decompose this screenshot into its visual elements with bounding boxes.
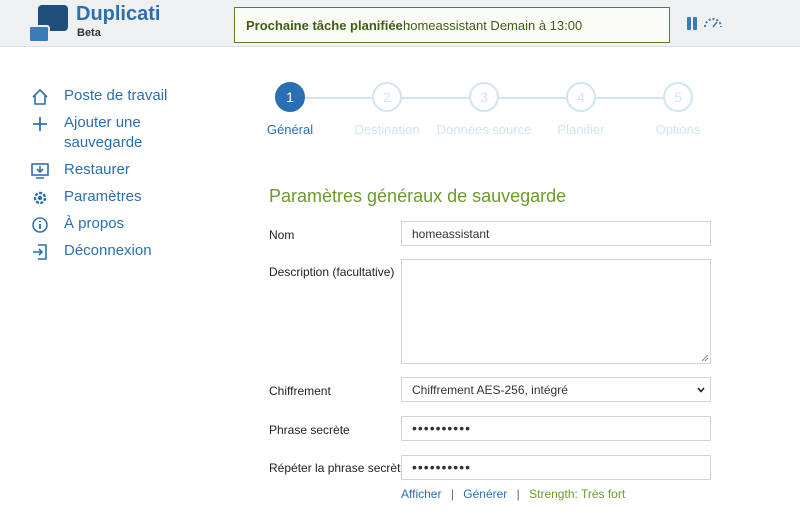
schedule-value[interactable]: homeassistant Demain à 13:00 — [403, 18, 582, 33]
passphrase-label: Phrase secrète — [269, 423, 350, 437]
top-bar: Duplicati Beta Prochaine tâche planifiée… — [0, 0, 800, 47]
logo-front-shape — [28, 25, 50, 43]
throttle-icon[interactable] — [704, 18, 722, 28]
generate-passphrase-link[interactable]: Générer — [463, 487, 507, 501]
step-number: 4 — [566, 82, 596, 112]
logout-icon — [33, 244, 47, 260]
show-passphrase-link[interactable]: Afficher — [401, 487, 441, 501]
resize-handle-icon[interactable] — [701, 354, 709, 362]
encryption-selected-value: Chiffrement AES-256, intégré — [412, 383, 568, 397]
app-name[interactable]: Duplicati — [76, 3, 160, 26]
step-general[interactable]: 1 Général — [240, 82, 340, 137]
info-icon — [32, 217, 48, 233]
step-number: 1 — [275, 82, 305, 112]
passphrase-input[interactable]: •••••••••• — [401, 416, 711, 441]
sidebar-item-settings[interactable]: Paramètres — [30, 187, 230, 207]
step-label: Général — [266, 122, 314, 137]
sidebar-item-add-backup[interactable]: Ajouter une sauvegarde — [30, 113, 230, 153]
gear-icon — [33, 191, 47, 205]
sidebar-item-home[interactable]: Poste de travail — [30, 86, 230, 106]
sidebar-item-label: Déconnexion — [64, 242, 152, 259]
chevron-down-icon — [697, 387, 705, 393]
step-source-data[interactable]: 3 Données source — [434, 82, 534, 137]
sidebar-item-about[interactable]: À propos — [30, 214, 230, 234]
step-label: Options — [655, 122, 701, 137]
step-label: Planifier — [557, 122, 605, 137]
name-input[interactable]: homeassistant — [401, 221, 711, 246]
sidebar-item-label: Ajouter une sauvegarde — [64, 114, 143, 151]
step-number: 5 — [663, 82, 693, 112]
sidebar-item-label: Restaurer — [64, 161, 130, 178]
sidebar-item-restore[interactable]: Restaurer — [30, 160, 230, 180]
sidebar-item-label: Poste de travail — [64, 87, 168, 104]
step-number: 3 — [469, 82, 499, 112]
next-scheduled-task: Prochaine tâche planifiée : homeassistan… — [234, 7, 670, 43]
schedule-label: Prochaine tâche planifiée : — [246, 18, 411, 33]
app-edition: Beta — [77, 27, 101, 39]
wizard-stepper: 1 Général 2 Destination 3 Données source… — [260, 82, 720, 142]
step-label: Destination — [354, 122, 420, 137]
step-label: Données source — [436, 122, 532, 137]
description-label: Description (facultative) — [269, 265, 395, 279]
separator: | — [450, 487, 454, 501]
step-number: 2 — [372, 82, 402, 112]
step-options[interactable]: 5 Options — [628, 82, 728, 137]
name-label: Nom — [269, 228, 295, 242]
home-icon — [32, 88, 48, 105]
repeat-passphrase-label: Répéter la phrase secrète — [269, 461, 408, 475]
sidebar-item-label: Paramètres — [64, 188, 142, 205]
section-title: Paramètres généraux de sauvegarde — [269, 186, 567, 206]
description-textarea[interactable] — [401, 259, 711, 364]
step-destination[interactable]: 2 Destination — [337, 82, 437, 137]
repeat-passphrase-input[interactable]: •••••••••• — [401, 455, 711, 480]
passphrase-actions: Afficher | Générer | Strength: Très fort — [401, 487, 625, 501]
encryption-label: Chiffrement — [269, 384, 331, 398]
sidebar-item-logout[interactable]: Déconnexion — [30, 241, 230, 261]
sidebar-nav: Poste de travail Ajouter une sauvegarde … — [30, 86, 230, 268]
duplicati-logo[interactable] — [28, 5, 72, 45]
encryption-select[interactable]: Chiffrement AES-256, intégré — [401, 377, 711, 402]
plus-icon — [33, 117, 47, 131]
separator: | — [516, 487, 520, 501]
passphrase-strength: Strength: Très fort — [529, 487, 626, 501]
restore-icon — [31, 163, 49, 179]
pause-icon[interactable] — [686, 17, 698, 30]
sidebar-item-label: À propos — [64, 215, 125, 232]
step-schedule[interactable]: 4 Planifier — [531, 82, 631, 137]
